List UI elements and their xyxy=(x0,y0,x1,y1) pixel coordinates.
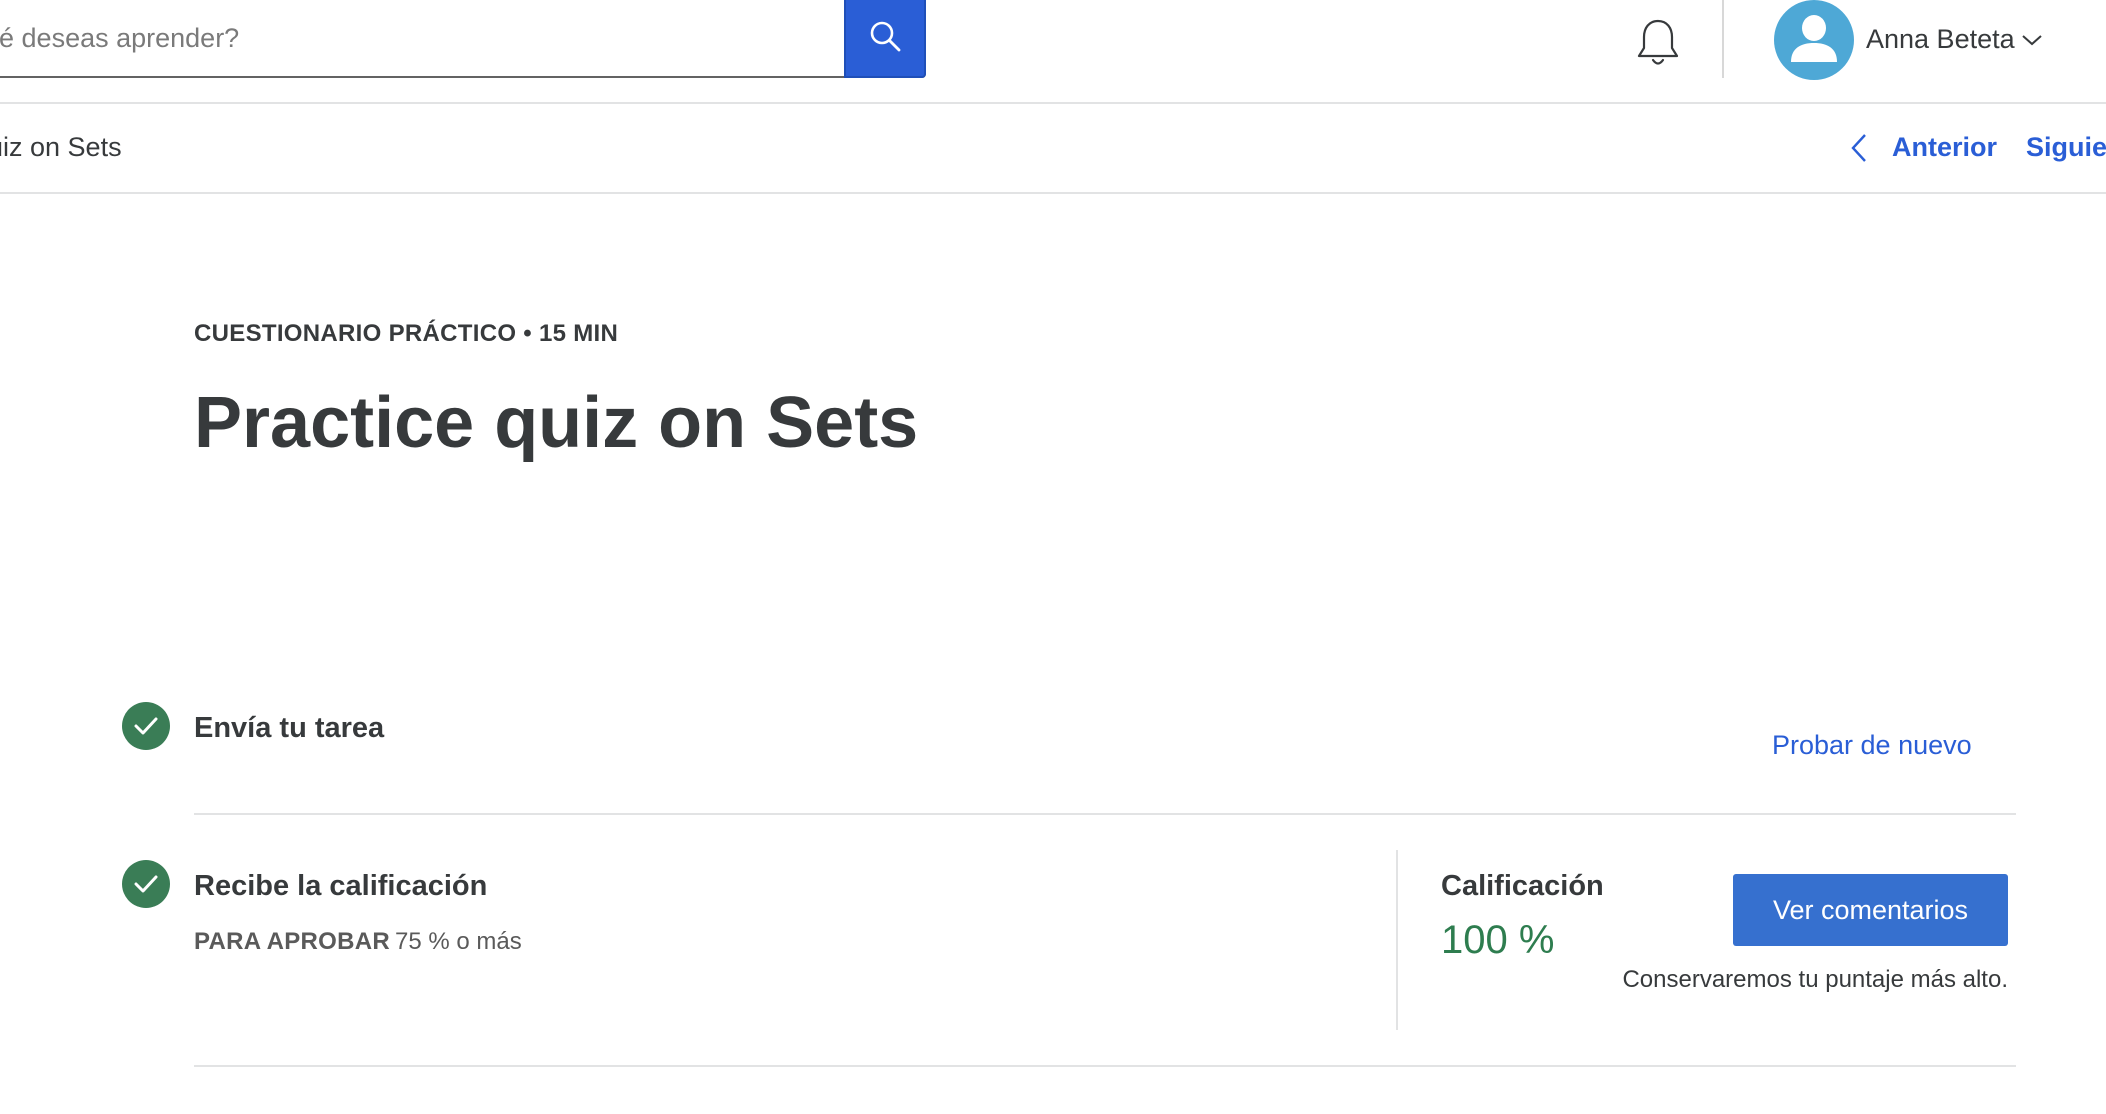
divider xyxy=(194,1065,2016,1067)
breadcrumb: uiz on Sets xyxy=(0,132,122,162)
search-icon xyxy=(868,19,902,58)
page-title: Practice quiz on Sets xyxy=(194,383,919,463)
passing-value: 75 % o más xyxy=(395,928,522,955)
chevron-left-icon[interactable] xyxy=(1850,132,1868,164)
top-header: Anna Beteta xyxy=(0,0,2106,104)
previous-item-link[interactable]: Anterior xyxy=(1892,132,1997,163)
grade-step-title: Recibe la calificación xyxy=(194,870,488,902)
grade-value: 100 % xyxy=(1441,918,1555,962)
divider xyxy=(194,813,2016,815)
bell-icon xyxy=(1634,17,1682,74)
user-name[interactable]: Anna Beteta xyxy=(1866,24,2015,55)
highest-score-note: Conservaremos tu puntaje más alto. xyxy=(1622,966,2008,993)
view-feedback-button[interactable]: Ver comentarios xyxy=(1733,874,2008,946)
header-divider xyxy=(1722,0,1724,78)
try-again-link[interactable]: Probar de nuevo xyxy=(1772,730,1972,761)
grade-label: Calificación xyxy=(1441,870,1604,902)
notifications-button[interactable] xyxy=(1632,18,1684,72)
submit-step-title: Envía tu tarea xyxy=(194,712,385,744)
check-icon xyxy=(122,702,170,750)
user-avatar-icon[interactable] xyxy=(1774,0,1854,80)
grade-divider xyxy=(1396,850,1398,1030)
chevron-down-icon[interactable] xyxy=(2020,32,2044,48)
next-item-link[interactable]: Siguien xyxy=(2026,132,2106,163)
search-button[interactable] xyxy=(844,0,926,78)
item-type-label: CUESTIONARIO PRÁCTICO • 15 MIN xyxy=(194,320,619,347)
item-navigation-bar: uiz on Sets Anterior Siguien xyxy=(0,104,2106,194)
check-icon xyxy=(122,860,170,908)
search-input[interactable] xyxy=(0,0,836,76)
passing-label: PARA APROBAR xyxy=(194,928,391,955)
search-bar xyxy=(0,0,926,78)
